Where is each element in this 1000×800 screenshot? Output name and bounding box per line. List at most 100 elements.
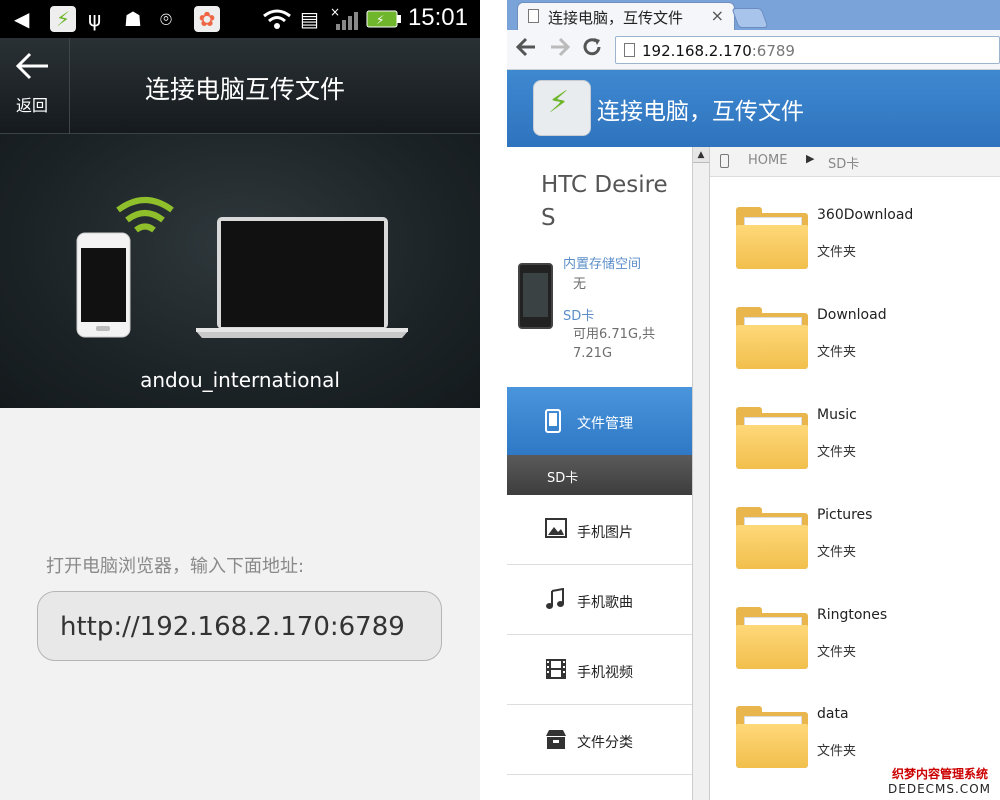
app-notify-icon: ⚡ xyxy=(50,6,76,32)
url-value: http://192.168.2.170:6789 xyxy=(60,612,405,642)
connection-illustration: andou_international xyxy=(0,134,480,408)
nav-item-music[interactable]: 手机歌曲 xyxy=(507,566,692,635)
watermark-line2: DEDECMS.COM xyxy=(888,782,991,796)
folder-icon xyxy=(736,507,808,569)
browser-toolbar: 192.168.2.170:6789 xyxy=(507,30,1000,70)
breadcrumb: HOME ▶ SD卡 xyxy=(710,147,1000,177)
phone-icon xyxy=(545,409,561,439)
address-bar[interactable]: 192.168.2.170:6789 xyxy=(615,36,1000,64)
browser-tab[interactable]: 连接电脑，互传文件 × xyxy=(517,2,735,30)
nav-sd-card[interactable]: SD卡 xyxy=(507,455,692,495)
breadcrumb-current[interactable]: SD卡 xyxy=(828,153,859,172)
status-time: 15:01 xyxy=(407,4,468,31)
scrollbar[interactable]: ▲ xyxy=(692,147,710,800)
folder-icon xyxy=(736,706,808,768)
folder-icon xyxy=(736,607,808,669)
forward-nav-icon[interactable] xyxy=(549,36,571,64)
nav-file-manager[interactable]: 文件管理 xyxy=(507,387,692,455)
image-icon xyxy=(545,518,567,544)
back-notify-icon: ◀ xyxy=(14,7,30,31)
back-button[interactable]: 返回 xyxy=(0,38,70,134)
page-title: 连接电脑互传文件 xyxy=(144,75,345,104)
film-icon xyxy=(545,658,567,686)
folder-type: 文件夹 xyxy=(817,445,857,460)
breadcrumb-home[interactable]: HOME xyxy=(748,153,787,168)
phone-icon xyxy=(720,154,729,168)
folder-item[interactable]: 360Download 文件夹 xyxy=(710,203,1000,303)
folder-name: Pictures xyxy=(817,507,873,523)
signal-icon: × xyxy=(330,6,360,32)
app-logo: ⚡ xyxy=(533,80,591,136)
phone-thumbnail-icon xyxy=(518,263,553,329)
android-debug-icon: ☗ xyxy=(124,7,142,31)
back-nav-icon[interactable] xyxy=(515,36,537,64)
close-tab-icon[interactable]: × xyxy=(711,6,724,25)
folder-item[interactable]: Ringtones 文件夹 xyxy=(710,603,1000,703)
nav-item-categories[interactable]: 文件分类 xyxy=(507,706,692,775)
file-list-panel: HOME ▶ SD卡 360Download 文件夹 Download 文件夹 … xyxy=(710,147,1000,800)
tab-strip: 连接电脑，互传文件 × xyxy=(507,0,1000,30)
back-arrow-icon xyxy=(15,52,50,86)
folder-type: 文件夹 xyxy=(817,245,857,260)
phone-screen: ◀ ⚡ ψ ☗ ⌾ ✿ ▤ × ⚡ 15:01 返回 连接电脑互传文件 ando… xyxy=(0,0,480,800)
svg-text:×: × xyxy=(330,6,340,19)
browser-window: 连接电脑，互传文件 × 192.168.2.170:6789 ⚡ 连接电脑，互传… xyxy=(507,0,1000,800)
page-icon xyxy=(528,9,539,23)
nav-item-label: 手机图片 xyxy=(577,525,633,541)
reload-icon[interactable] xyxy=(581,36,603,64)
folder-name: Download xyxy=(817,307,887,323)
internal-storage-label: 内置存储空间 xyxy=(563,257,642,272)
new-tab-button[interactable] xyxy=(731,8,769,28)
folder-name: Ringtones xyxy=(817,607,888,623)
address-text: 192.168.2.170:6789 xyxy=(642,42,795,60)
sd-value: 可用6.71G,共7.21G xyxy=(573,327,656,361)
nav-item-photos[interactable]: 手机图片 xyxy=(507,496,692,565)
device-title: HTC Desire S xyxy=(541,172,668,231)
sidebar: HTC Desire S 内置存储空间 无 SD卡 可用6.71G,共7.21G… xyxy=(507,147,692,800)
watermark-line1: 织梦内容管理系统 xyxy=(892,767,989,781)
nav-item-videos[interactable]: 手机视频 xyxy=(507,636,692,705)
usb-icon: ψ xyxy=(88,7,102,31)
folder-name: 360Download xyxy=(817,207,914,223)
folder-icon xyxy=(736,207,808,269)
sd-label: SD卡 xyxy=(563,309,595,324)
back-label: 返回 xyxy=(16,96,49,115)
folder-type: 文件夹 xyxy=(817,545,857,560)
folder-item[interactable]: Pictures 文件夹 xyxy=(710,503,1000,603)
title-bar: 返回 连接电脑互传文件 xyxy=(0,38,480,134)
folder-type: 文件夹 xyxy=(817,744,857,759)
nav-item-label: 文件分类 xyxy=(577,735,633,751)
app-title: 连接电脑，互传文件 xyxy=(597,99,804,125)
music-icon xyxy=(545,587,565,616)
folder-name: data xyxy=(817,706,849,722)
url-field[interactable]: http://192.168.2.170:6789 xyxy=(37,591,442,661)
folder-icon xyxy=(736,307,808,369)
watermark: 织梦内容管理系统 DEDECMS.COM xyxy=(878,764,1000,800)
instruction-text: 打开电脑浏览器，输入下面地址: xyxy=(46,556,305,577)
photo-app-icon: ✿ xyxy=(194,6,220,32)
phone-laptop-icon xyxy=(76,197,408,338)
tab-title: 连接电脑，互传文件 xyxy=(548,9,684,27)
status-bar: ◀ ⚡ ψ ☗ ⌾ ✿ ▤ × ⚡ 15:01 xyxy=(0,0,480,38)
address-host: 192.168.2.170 xyxy=(642,42,752,60)
screenshot-root: ◀ ⚡ ψ ☗ ⌾ ✿ ▤ × ⚡ 15:01 返回 连接电脑互传文件 ando… xyxy=(0,0,1000,800)
folder-item[interactable]: Download 文件夹 xyxy=(710,303,1000,403)
svg-text:⚡: ⚡ xyxy=(376,13,384,27)
box-icon xyxy=(545,728,567,756)
address-port: :6789 xyxy=(751,42,795,60)
nav-item-label: 手机视频 xyxy=(577,665,633,681)
scroll-up-icon[interactable]: ▲ xyxy=(693,147,709,163)
page-info-icon xyxy=(624,43,635,57)
device-name: andou_international xyxy=(140,368,340,392)
app-header: ⚡ 连接电脑，互传文件 xyxy=(507,70,1000,147)
folder-item[interactable]: Music 文件夹 xyxy=(710,403,1000,503)
folder-name: Music xyxy=(817,407,857,423)
folder-type: 文件夹 xyxy=(817,345,857,360)
breadcrumb-separator-icon: ▶ xyxy=(806,152,815,165)
lightning-icon: ⚡ xyxy=(548,85,570,120)
location-icon: ⌾ xyxy=(160,7,172,31)
folder-type: 文件夹 xyxy=(817,645,857,660)
nav-item-label: 手机歌曲 xyxy=(577,595,633,611)
folder-icon xyxy=(736,407,808,469)
nav-sd-card-label: SD卡 xyxy=(547,471,579,486)
